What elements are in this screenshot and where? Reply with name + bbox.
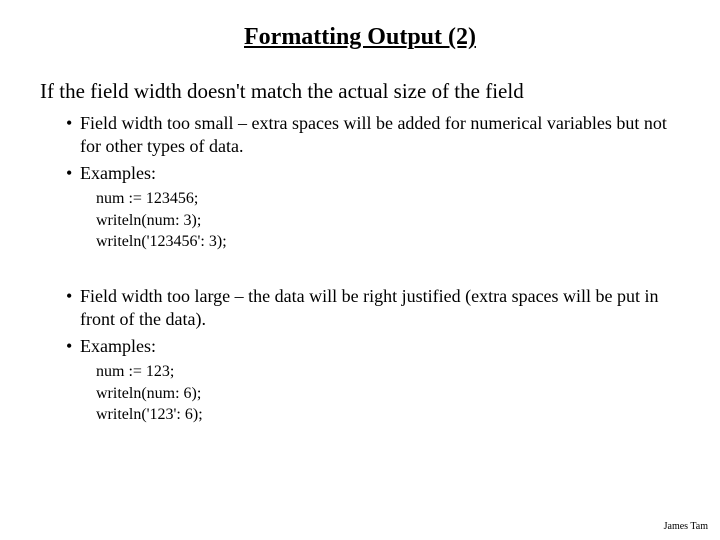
slide-title: Formatting Output (2) (40, 24, 680, 51)
code-line: writeln(num: 6); (96, 383, 680, 405)
bullet-item: Field width too large – the data will be… (66, 285, 680, 332)
intro-text: If the field width doesn't match the act… (40, 79, 680, 104)
bullet-item: Examples: (66, 162, 680, 185)
code-block-2: num := 123; writeln(num: 6); writeln('12… (40, 361, 680, 426)
code-block-1: num := 123456; writeln(num: 3); writeln(… (40, 188, 680, 253)
code-line: writeln('123': 6); (96, 404, 680, 426)
footer-author: James Tam (664, 521, 708, 532)
code-line: num := 123; (96, 361, 680, 383)
code-line: writeln(num: 3); (96, 210, 680, 232)
bullet-list-2: Field width too large – the data will be… (40, 285, 680, 358)
bullet-item: Field width too small – extra spaces wil… (66, 112, 680, 159)
bullet-list-1: Field width too small – extra spaces wil… (40, 112, 680, 185)
bullet-item: Examples: (66, 335, 680, 358)
code-line: num := 123456; (96, 188, 680, 210)
code-line: writeln('123456': 3); (96, 231, 680, 253)
